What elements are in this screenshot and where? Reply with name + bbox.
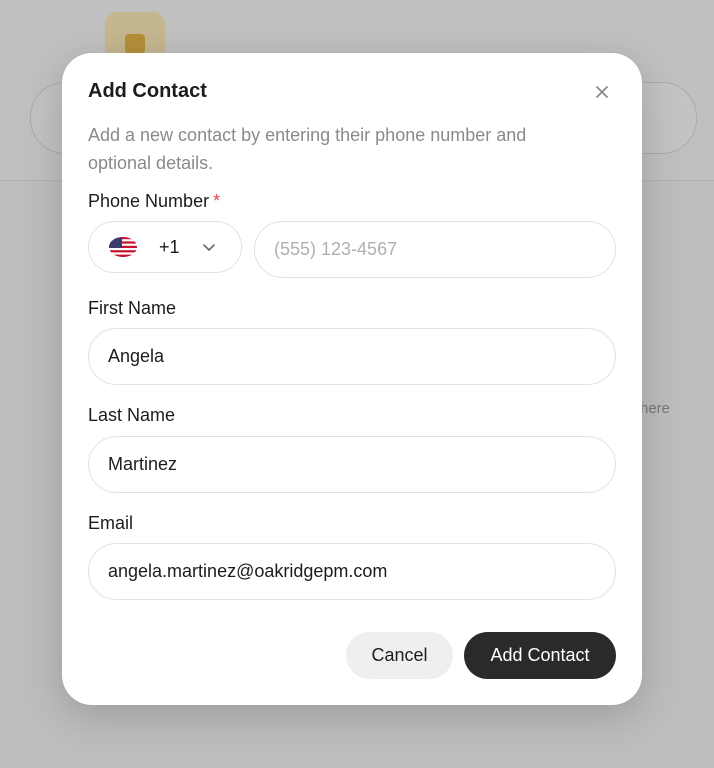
- us-flag-icon: [109, 237, 137, 257]
- first-name-input[interactable]: [88, 328, 616, 385]
- first-name-label: First Name: [88, 298, 177, 318]
- email-label: Email: [88, 513, 134, 533]
- add-contact-button[interactable]: Add Contact: [464, 632, 616, 679]
- required-marker: *: [213, 191, 221, 211]
- close-button[interactable]: [590, 80, 614, 104]
- close-icon: [596, 86, 608, 98]
- dialog-title: Add Contact: [88, 80, 207, 102]
- last-name-label: Last Name: [88, 405, 176, 425]
- phone-number-label-text: Phone Number: [88, 191, 210, 211]
- last-name-input[interactable]: [88, 436, 616, 493]
- phone-number-input[interactable]: [254, 221, 616, 278]
- add-contact-dialog: Add Contact Add a new contact by enterin…: [62, 53, 642, 705]
- country-dial-code: +1: [159, 236, 180, 257]
- cancel-button[interactable]: Cancel: [346, 632, 453, 679]
- dialog-description: Add a new contact by entering their phon…: [88, 125, 527, 173]
- email-input[interactable]: [88, 543, 616, 600]
- country-code-select[interactable]: +1: [88, 221, 242, 273]
- chevron-down-icon: [202, 242, 216, 252]
- phone-number-label: Phone Number *: [88, 191, 220, 212]
